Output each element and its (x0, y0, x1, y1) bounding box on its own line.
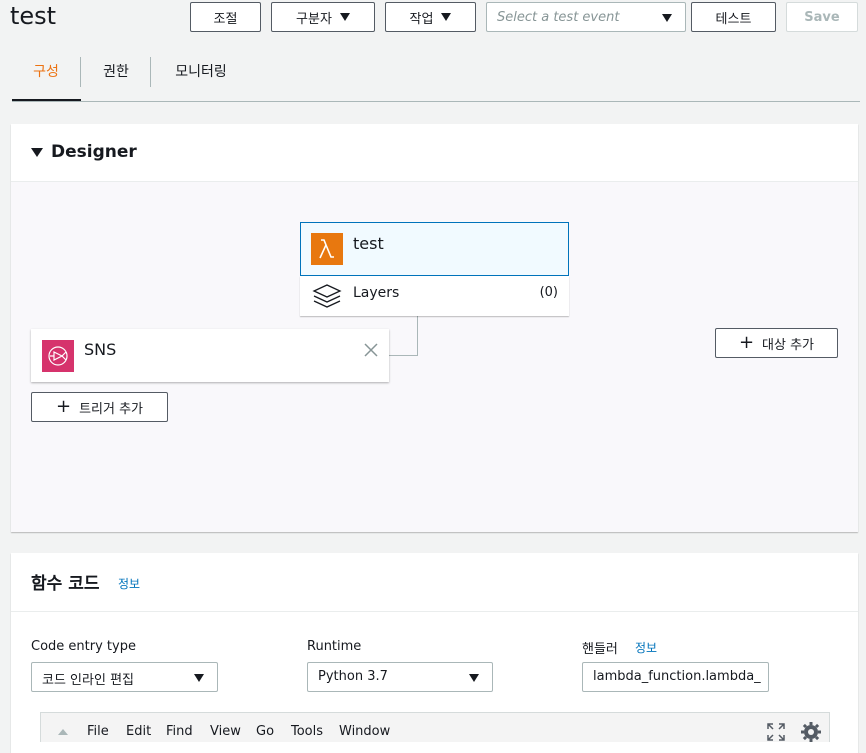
editor-toolbar: File Edit Find View Go Tools Window (40, 712, 830, 742)
settings-gear-icon[interactable] (799, 720, 823, 748)
designer-header[interactable]: Designer (11, 124, 858, 181)
tab-label: 모니터링 (175, 64, 227, 80)
actions-dropdown[interactable]: 작업 (385, 2, 476, 32)
tab-configuration[interactable]: 구성 (12, 56, 80, 100)
save-button[interactable]: Save (786, 2, 858, 32)
save-label: Save (804, 9, 840, 25)
layers-count: (0) (539, 285, 558, 300)
tab-label: 권한 (103, 64, 129, 80)
tab-label: 구성 (33, 64, 59, 80)
code-entry-type-select[interactable]: 코드 인라인 편집 (31, 662, 218, 692)
throttle-button[interactable]: 조절 (190, 2, 261, 32)
qualifier-label: 구분자 (296, 11, 332, 27)
lambda-icon (311, 233, 343, 265)
function-code-info-link[interactable]: 정보 (118, 575, 140, 592)
add-destination-label: 대상 추가 (762, 337, 815, 353)
test-label: 테스트 (715, 11, 752, 27)
test-event-select[interactable]: Select a test event (486, 2, 686, 32)
designer-title: Designer (51, 142, 137, 162)
editor-menu-edit[interactable]: Edit (126, 724, 151, 739)
function-code-title: 함수 코드 (31, 574, 100, 594)
caret-down-icon (469, 674, 479, 682)
editor-menu-view[interactable]: View (210, 724, 241, 739)
layers-label: Layers (353, 285, 400, 301)
editor-menu-go[interactable]: Go (256, 724, 274, 739)
tab-monitoring[interactable]: 모니터링 (151, 56, 251, 100)
sns-trigger-name: SNS (84, 340, 117, 359)
throttle-label: 조절 (213, 11, 238, 27)
collapse-triangle-icon (31, 148, 43, 157)
handler-info-link[interactable]: 정보 (635, 639, 657, 656)
editor-menu-file[interactable]: File (87, 724, 109, 739)
handler-label: 핸들러 (582, 642, 618, 657)
editor-menu-find[interactable]: Find (166, 724, 193, 739)
code-header-divider (11, 611, 858, 612)
add-trigger-button[interactable]: + 트리거 추가 (31, 392, 168, 422)
plus-icon: + (55, 396, 72, 417)
caret-down-icon (194, 674, 204, 682)
editor-menu-window[interactable]: Window (339, 724, 390, 739)
handler-value: lambda_function.lambda_ (593, 669, 761, 684)
caret-down-icon (339, 13, 350, 21)
tab-permissions[interactable]: 권한 (81, 56, 151, 100)
test-button[interactable]: 테스트 (691, 2, 776, 32)
runtime-label: Runtime (307, 639, 362, 654)
connector-line (389, 355, 418, 356)
runtime-select[interactable]: Python 3.7 (307, 662, 493, 692)
qualifier-dropdown[interactable]: 구분자 (271, 2, 375, 32)
tabs-baseline (12, 101, 860, 102)
handler-input[interactable]: lambda_function.lambda_ (582, 662, 769, 692)
add-trigger-label: 트리거 추가 (79, 401, 144, 417)
runtime-value: Python 3.7 (318, 669, 388, 684)
page-title: test (10, 2, 57, 30)
function-name: test (353, 234, 384, 253)
editor-menu-tools[interactable]: Tools (291, 724, 323, 739)
layers-row[interactable]: Layers (0) (300, 276, 569, 316)
plus-icon: + (738, 332, 755, 353)
sns-icon (42, 340, 74, 372)
caret-down-icon (662, 14, 672, 22)
caret-down-icon (441, 13, 452, 21)
remove-trigger-icon[interactable] (363, 342, 379, 362)
test-event-placeholder: Select a test event (497, 10, 620, 25)
layers-icon (312, 283, 342, 313)
actions-label: 작업 (409, 11, 434, 27)
add-destination-button[interactable]: + 대상 추가 (715, 328, 838, 358)
sns-trigger-node[interactable]: SNS (31, 329, 389, 382)
function-node[interactable]: test (300, 222, 569, 276)
code-entry-type-value: 코드 인라인 편집 (42, 673, 134, 688)
code-entry-type-label: Code entry type (31, 639, 136, 654)
editor-collapse-icon[interactable] (58, 729, 68, 735)
connector-line (417, 316, 418, 356)
